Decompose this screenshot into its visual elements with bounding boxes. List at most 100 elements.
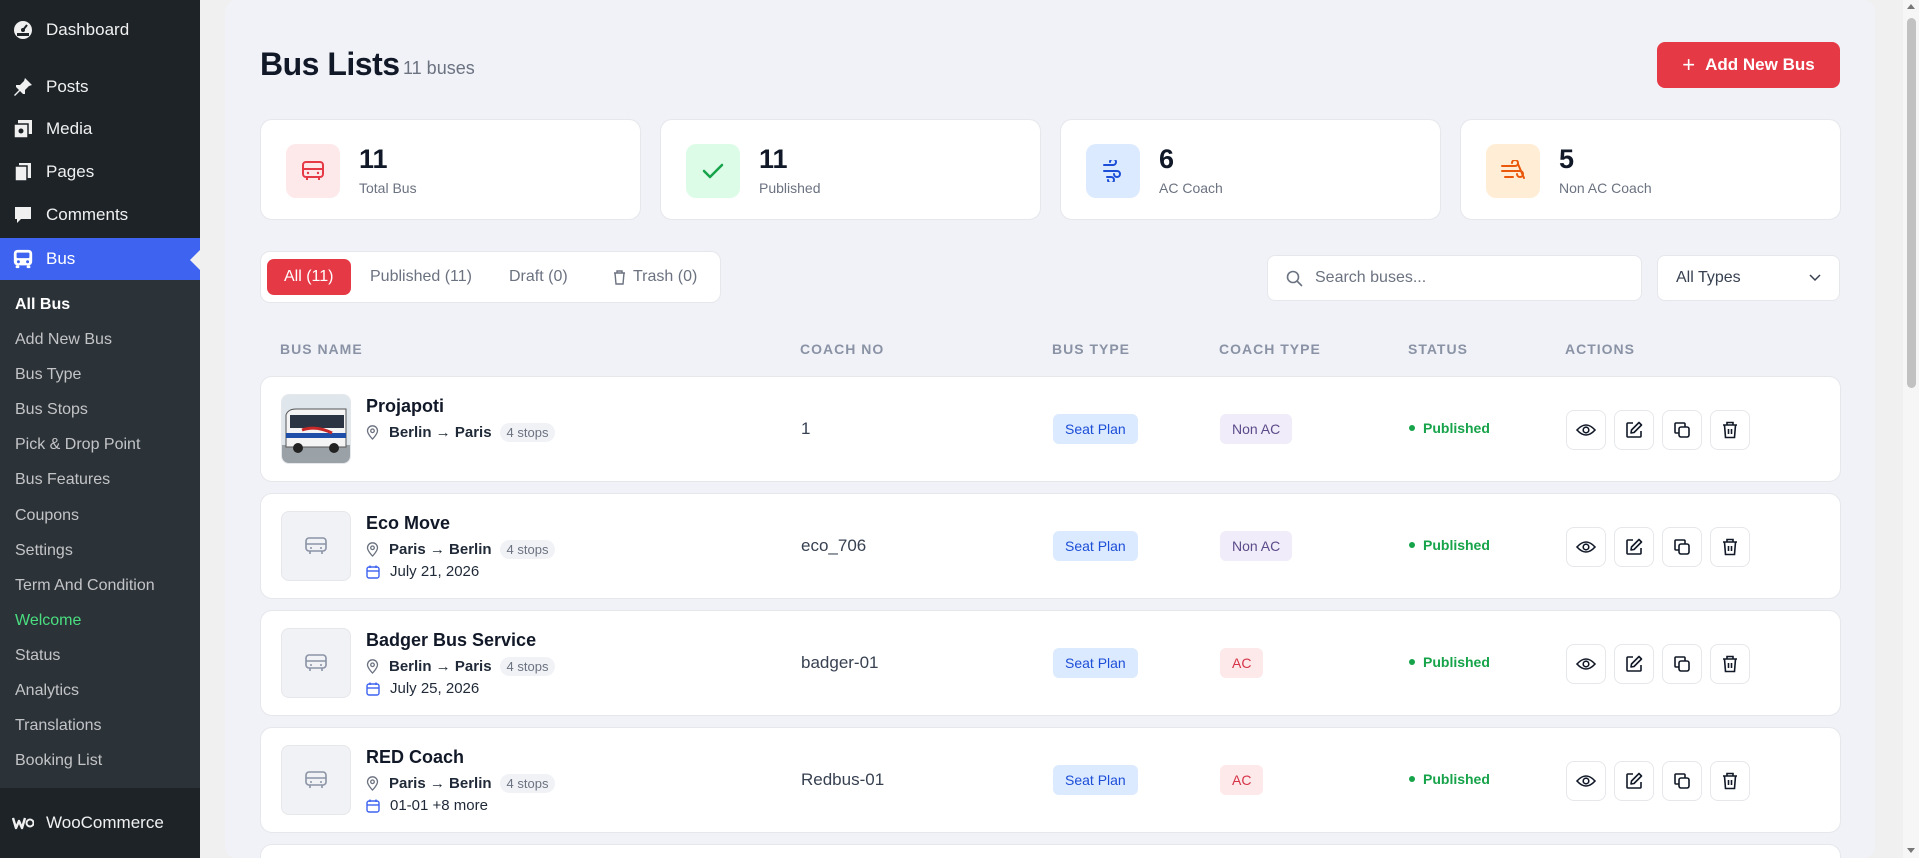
add-new-bus-button[interactable]: + Add New Bus bbox=[1657, 42, 1840, 88]
submenu-coupons[interactable]: Coupons bbox=[15, 507, 79, 525]
stat-value: 11 bbox=[359, 144, 388, 174]
bus-placeholder-icon bbox=[281, 511, 351, 581]
sidebar-item-bus[interactable]: Bus bbox=[0, 238, 200, 280]
bus-name[interactable]: Badger Bus Service bbox=[366, 630, 536, 651]
bus-type-filter[interactable]: All Types bbox=[1657, 255, 1840, 301]
submenu-bus-stops[interactable]: Bus Stops bbox=[15, 401, 88, 419]
coach-no: eco_706 bbox=[801, 536, 867, 555]
status-dot bbox=[1409, 659, 1415, 665]
table-row: Projapoti Berlin → Paris 4 stops 1 Seat … bbox=[260, 376, 1841, 482]
edit-button[interactable] bbox=[1614, 644, 1654, 684]
tab-draft[interactable]: Draft (0) bbox=[509, 259, 568, 295]
filter-selected: All Types bbox=[1676, 269, 1741, 286]
sidebar-item-woocommerce[interactable]: WooCommerce bbox=[0, 803, 200, 843]
submenu-analytics[interactable]: Analytics bbox=[15, 682, 79, 700]
coach-type-badge: Non AC bbox=[1220, 531, 1293, 561]
duplicate-button[interactable] bbox=[1662, 644, 1702, 684]
submenu-bus-type[interactable]: Bus Type bbox=[15, 366, 81, 384]
copy-icon bbox=[1674, 773, 1690, 789]
tab-published[interactable]: Published (11) bbox=[370, 259, 472, 295]
tab-all[interactable]: All (11) bbox=[267, 259, 351, 295]
view-button[interactable] bbox=[1566, 527, 1606, 567]
wind-icon bbox=[1486, 144, 1540, 198]
submenu-pick-drop-point[interactable]: Pick & Drop Point bbox=[15, 436, 140, 454]
edit-button[interactable] bbox=[1614, 761, 1654, 801]
check-icon bbox=[686, 144, 740, 198]
stat-label: Published bbox=[759, 180, 821, 196]
stops-badge: 4 stops bbox=[499, 657, 556, 676]
view-button[interactable] bbox=[1566, 410, 1606, 450]
delete-button[interactable] bbox=[1710, 644, 1750, 684]
bus-name[interactable]: RED Coach bbox=[366, 747, 464, 768]
delete-button[interactable] bbox=[1710, 527, 1750, 567]
submenu-bus-features[interactable]: Bus Features bbox=[15, 471, 110, 489]
tab-trash[interactable]: Trash (0) bbox=[613, 259, 697, 295]
submenu-translations[interactable]: Translations bbox=[15, 717, 102, 735]
edit-button[interactable] bbox=[1614, 410, 1654, 450]
bus-type-badge: Seat Plan bbox=[1053, 414, 1138, 444]
submenu-add-new-bus[interactable]: Add New Bus bbox=[15, 331, 112, 349]
sidebar-item-label: Media bbox=[46, 119, 93, 138]
pin-icon bbox=[12, 76, 34, 98]
sidebar-item-media[interactable]: Media bbox=[0, 109, 200, 149]
bus-route: Berlin → Paris 4 stops bbox=[366, 423, 556, 442]
submenu-status[interactable]: Status bbox=[15, 647, 60, 665]
snowflake-icon bbox=[1086, 144, 1140, 198]
status-text: Published bbox=[1423, 420, 1490, 436]
submenu-welcome[interactable]: Welcome bbox=[15, 612, 81, 630]
bus-name[interactable]: Eco Move bbox=[366, 513, 450, 534]
coach-type-badge: Non AC bbox=[1220, 414, 1293, 444]
copy-icon bbox=[1674, 656, 1690, 672]
table-row: Eco Move Paris → Berlin 4 stops July 21,… bbox=[260, 493, 1841, 599]
bus-name[interactable]: Projapoti bbox=[366, 396, 444, 417]
status-dot bbox=[1409, 425, 1415, 431]
stat-card-ac-coach: 6 AC Coach bbox=[1060, 119, 1441, 220]
page-scrollbar[interactable] bbox=[1903, 0, 1919, 858]
duplicate-button[interactable] bbox=[1662, 761, 1702, 801]
sidebar-item-dashboard[interactable]: Dashboard bbox=[0, 10, 200, 50]
sidebar-item-pages[interactable]: Pages bbox=[0, 152, 200, 192]
view-button[interactable] bbox=[1566, 644, 1606, 684]
status-badge: Published bbox=[1409, 537, 1490, 553]
coach-type-badge: AC bbox=[1220, 648, 1264, 678]
location-pin-icon bbox=[366, 776, 379, 791]
bus-date: July 25, 2026 bbox=[366, 680, 479, 697]
copy-icon bbox=[1674, 422, 1690, 438]
plus-icon: + bbox=[1682, 52, 1696, 77]
calendar-icon bbox=[366, 565, 380, 579]
stat-label: Total Bus bbox=[359, 180, 417, 196]
duplicate-button[interactable] bbox=[1662, 527, 1702, 567]
delete-button[interactable] bbox=[1710, 410, 1750, 450]
sidebar-item-posts[interactable]: Posts bbox=[0, 67, 200, 107]
view-button[interactable] bbox=[1566, 761, 1606, 801]
trash-icon bbox=[1723, 655, 1737, 673]
submenu-settings[interactable]: Settings bbox=[15, 542, 73, 560]
comments-icon bbox=[12, 204, 34, 226]
submenu-booking-list[interactable]: Booking List bbox=[15, 752, 102, 770]
table-row bbox=[260, 844, 1841, 858]
scroll-up-arrow[interactable] bbox=[1907, 4, 1915, 9]
duplicate-button[interactable] bbox=[1662, 410, 1702, 450]
edit-icon bbox=[1626, 655, 1643, 672]
delete-button[interactable] bbox=[1710, 761, 1750, 801]
eye-icon bbox=[1576, 424, 1596, 436]
search-input[interactable] bbox=[1315, 269, 1615, 287]
trash-icon bbox=[1723, 772, 1737, 790]
sidebar-item-label: Dashboard bbox=[46, 20, 130, 39]
coach-no: badger-01 bbox=[801, 653, 879, 672]
scroll-down-arrow[interactable] bbox=[1907, 848, 1915, 853]
edit-button[interactable] bbox=[1614, 527, 1654, 567]
column-header-coach-no: COACH NO bbox=[800, 341, 885, 357]
route-text: Berlin → Paris bbox=[389, 424, 492, 441]
eye-icon bbox=[1576, 658, 1596, 670]
submenu-term-and-condition[interactable]: Term And Condition bbox=[15, 577, 155, 595]
sidebar-item-label: Comments bbox=[46, 205, 129, 224]
stat-value: 11 bbox=[759, 144, 788, 174]
sidebar-item-comments[interactable]: Comments bbox=[0, 195, 200, 235]
submenu-all-bus[interactable]: All Bus bbox=[15, 296, 70, 314]
bus-placeholder-icon bbox=[281, 628, 351, 698]
stops-badge: 4 stops bbox=[499, 423, 556, 442]
main-content: Bus Lists 11 buses + Add New Bus 11 Tota… bbox=[225, 0, 1875, 858]
status-badge: Published bbox=[1409, 771, 1490, 787]
scroll-thumb[interactable] bbox=[1907, 18, 1916, 388]
